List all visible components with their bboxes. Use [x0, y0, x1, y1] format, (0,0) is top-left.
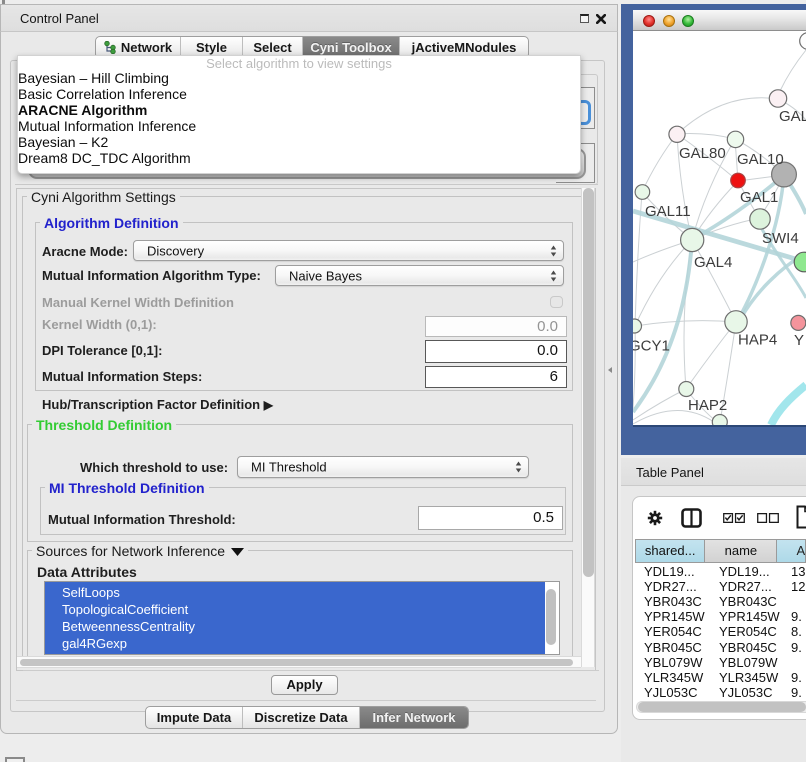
- svg-text:GAL80: GAL80: [679, 145, 726, 162]
- svg-text:GAL4: GAL4: [694, 254, 732, 271]
- svg-text:GAL: GAL: [779, 108, 806, 125]
- svg-text:GAL11: GAL11: [645, 203, 691, 220]
- svg-text:GCY1: GCY1: [633, 338, 670, 355]
- svg-text:SWI4: SWI4: [762, 230, 799, 247]
- svg-text:Y: Y: [794, 332, 804, 349]
- svg-text:GAL1: GAL1: [740, 189, 778, 206]
- svg-text:GAL10: GAL10: [737, 151, 784, 168]
- svg-text:HAP2: HAP2: [688, 397, 727, 414]
- svg-text:HAP4: HAP4: [738, 332, 777, 349]
